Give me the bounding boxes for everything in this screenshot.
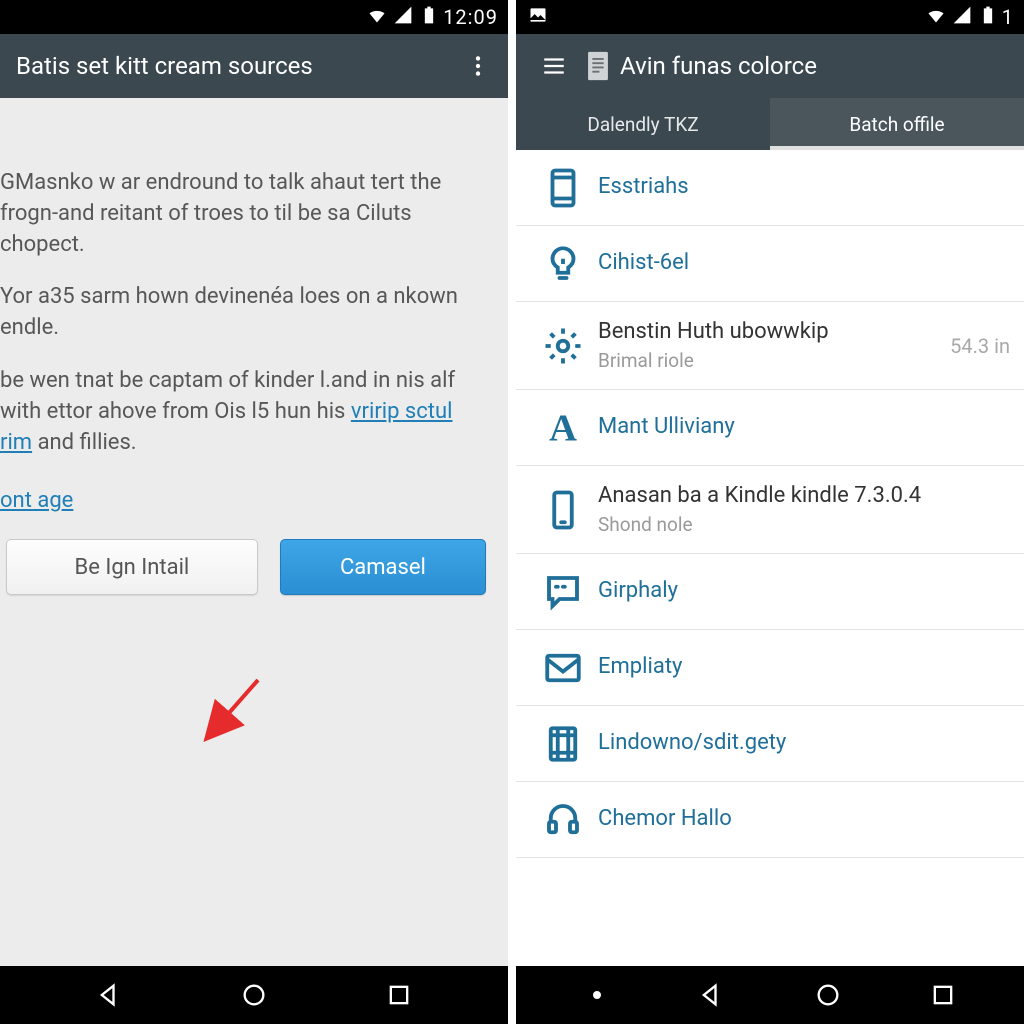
bulb-icon <box>528 243 598 285</box>
list-item[interactable]: Cihist-6el <box>516 226 1024 302</box>
panel-divider <box>508 0 516 1024</box>
battery-icon <box>419 5 439 30</box>
list-item-labels: Cihist-6el <box>598 250 1024 276</box>
nav-home-button[interactable] <box>793 975 863 1015</box>
battery-icon <box>978 5 998 30</box>
gear-icon <box>528 325 598 367</box>
nav-bar <box>0 966 508 1024</box>
status-icons <box>367 5 439 30</box>
list-item-labels: Chemor Hallo <box>598 806 1024 832</box>
nav-recent-button[interactable] <box>364 975 434 1015</box>
tab-batch-offile[interactable]: Batch offile <box>770 98 1024 150</box>
list-item-labels: Girphaly <box>598 578 1024 604</box>
content-area: Esstriahs Cihist-6el Benstin Huth ubowwkip… <box>516 150 1024 966</box>
overflow-menu-icon[interactable] <box>456 44 500 88</box>
list-item-labels: Benstin Huth ubowwkip Brimal riole <box>598 319 950 372</box>
status-clock: 12:09 <box>443 5 498 29</box>
phone-right: 1 Avin funas colorce Dalendly TKZ Batch … <box>516 0 1024 1024</box>
mail-icon <box>528 647 598 689</box>
tablet-icon <box>528 167 598 209</box>
list-item[interactable]: Chemor Hallo <box>516 782 1024 858</box>
nav-back-button[interactable] <box>75 975 145 1015</box>
tab-dalendly[interactable]: Dalendly TKZ <box>516 98 770 150</box>
nav-recent-button[interactable] <box>908 975 978 1015</box>
tab-strip: Dalendly TKZ Batch offile <box>516 98 1024 150</box>
pointer-arrow-icon <box>200 674 270 744</box>
wifi-icon <box>367 5 387 30</box>
list-item-labels: Mant Ulliviany <box>598 414 1024 440</box>
list-item-labels: Lindowno/sdit.gety <box>598 730 1024 756</box>
list-item-labels: Anasan ba a Kindle kindle 7.3.0.4 Shond n… <box>598 483 1024 536</box>
list-item[interactable]: Esstriahs <box>516 150 1024 226</box>
list-item[interactable]: Benstin Huth ubowwkip Brimal riole 54.3 in <box>516 302 1024 390</box>
button-row: Be Ign Intail Camasel <box>0 517 508 595</box>
nav-dot[interactable] <box>562 975 632 1015</box>
page-title: Avin funas colorce <box>620 52 1016 80</box>
app-list: Esstriahs Cihist-6el Benstin Huth ubowwkip… <box>516 150 1024 858</box>
paragraph: Yor a35 sarm hown devinenéa loes on a nk… <box>0 282 490 344</box>
list-item-labels: Empliaty <box>598 654 1024 680</box>
install-button[interactable]: Be Ign Intail <box>6 539 258 595</box>
nav-bar <box>516 966 1024 1024</box>
list-item[interactable]: Anasan ba a Kindle kindle 7.3.0.4 Shond n… <box>516 466 1024 554</box>
action-bar: Avin funas colorce <box>516 34 1024 98</box>
wifi-icon <box>926 5 946 30</box>
list-item-trailing: 54.3 in <box>950 334 1024 358</box>
action-bar: Batis set kitt cream sources <box>0 34 508 98</box>
link[interactable]: ont age <box>0 486 73 517</box>
list-item-labels: Esstriahs <box>598 174 1024 200</box>
letter-a-icon: A <box>528 407 598 449</box>
paragraph: be wen tnat be captam of kinder l.and in… <box>0 366 490 458</box>
nav-back-button[interactable] <box>677 975 747 1015</box>
signal-icon <box>952 5 972 30</box>
status-icons <box>926 5 998 30</box>
page-title: Batis set kitt cream sources <box>16 52 456 80</box>
list-item-title: Chemor Hallo <box>598 806 1014 832</box>
status-bar: 1 <box>516 0 1024 34</box>
status-clock: 1 <box>1002 5 1014 29</box>
list-item-title: Lindowno/sdit.gety <box>598 730 1014 756</box>
nav-home-button[interactable] <box>219 975 289 1015</box>
body-text: GMasnko w ar endround to talk ahaut tert… <box>0 98 508 517</box>
list-item-title: Girphaly <box>598 578 1014 604</box>
list-item-title: Anasan ba a Kindle kindle 7.3.0.4 <box>598 483 1014 509</box>
headset-icon <box>528 799 598 841</box>
list-item[interactable]: Empliaty <box>516 630 1024 706</box>
list-item[interactable]: Lindowno/sdit.gety <box>516 706 1024 782</box>
picture-icon <box>528 5 548 30</box>
svg-text:A: A <box>549 407 577 449</box>
paragraph: GMasnko w ar endround to talk ahaut tert… <box>0 168 490 260</box>
hamburger-menu-icon[interactable] <box>532 44 576 88</box>
content-area: GMasnko w ar endround to talk ahaut tert… <box>0 98 508 966</box>
list-item-title: Benstin Huth ubowwkip <box>598 319 940 345</box>
list-item[interactable]: Girphaly <box>516 554 1024 630</box>
phone-left: 12:09 Batis set kitt cream sources GMasn… <box>0 0 508 1024</box>
cancel-button[interactable]: Camasel <box>280 539 486 595</box>
list-item-title: Mant Ulliviany <box>598 414 1014 440</box>
list-item-subtitle: Shond nole <box>598 513 1014 536</box>
list-item-subtitle: Brimal riole <box>598 349 940 372</box>
film-icon <box>528 723 598 765</box>
list-item[interactable]: A Mant Ulliviany <box>516 390 1024 466</box>
list-item-title: Cihist-6el <box>598 250 1014 276</box>
phone-icon <box>528 489 598 531</box>
signal-icon <box>393 5 413 30</box>
document-icon <box>576 44 620 88</box>
chat-icon <box>528 571 598 613</box>
list-item-title: Empliaty <box>598 654 1014 680</box>
status-bar: 12:09 <box>0 0 508 34</box>
list-item-title: Esstriahs <box>598 174 1014 200</box>
